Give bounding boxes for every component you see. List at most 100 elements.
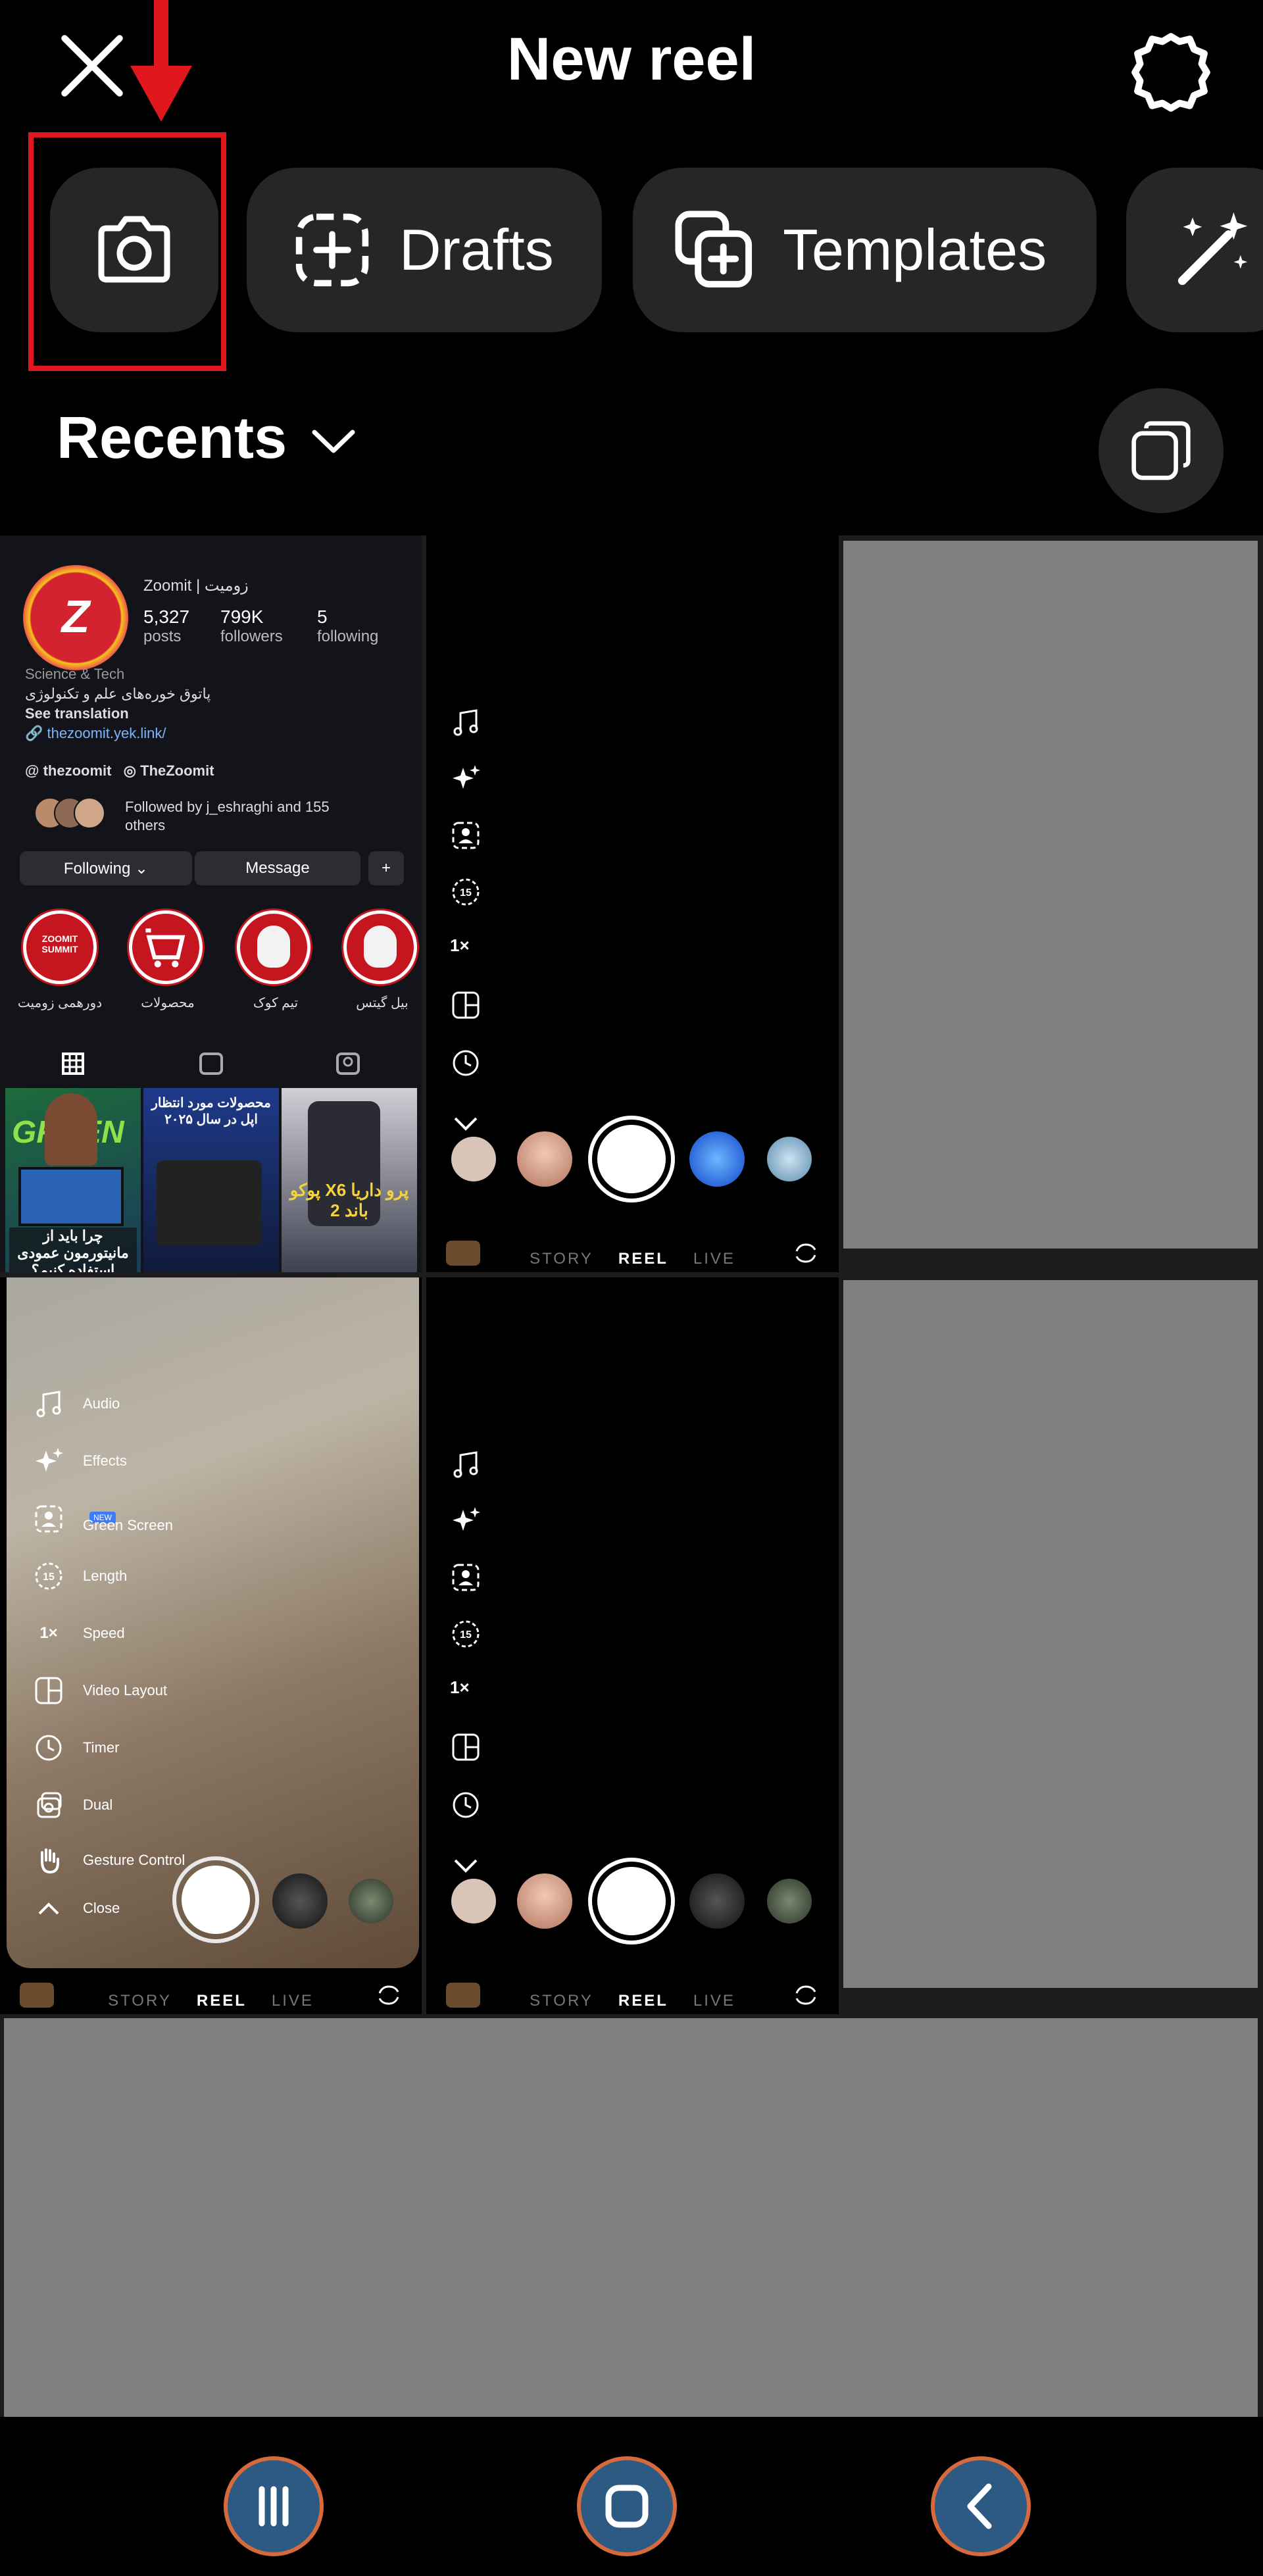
back-button[interactable] xyxy=(931,2456,1031,2556)
filter-thumb xyxy=(349,1879,393,1923)
annotation-highlight-box xyxy=(28,132,226,371)
svg-text:15: 15 xyxy=(460,887,472,899)
svg-text:15: 15 xyxy=(460,1629,472,1641)
timer-icon xyxy=(453,1050,479,1076)
camera-menu-preview: Audio Effects NEW Green Screen 15 Length… xyxy=(7,1277,419,1968)
profile-handles: @ thezoomit ◎ TheZoomit xyxy=(25,762,214,779)
menu-speed: 1× Speed xyxy=(39,1624,125,1642)
shutter-button xyxy=(172,1856,259,1943)
annotation-arrow xyxy=(130,0,192,122)
media-thumbnail-placeholder[interactable] xyxy=(4,2018,1258,2417)
back-icon xyxy=(967,2483,992,2529)
drafts-button[interactable]: Drafts xyxy=(247,168,602,332)
layout-icon xyxy=(452,1733,480,1761)
length-icon: 15 xyxy=(452,878,480,906)
person-icon xyxy=(452,822,480,849)
following-button: Following ⌄ xyxy=(20,851,192,885)
magic-wand-icon xyxy=(1177,212,1248,285)
media-thumbnail-profile[interactable]: Z Zoomit | زومیت 5,327 posts 799K follower… xyxy=(0,535,422,1272)
camera-modes: STORY REEL LIVE xyxy=(108,1992,314,2010)
media-thumbnail-camera-1[interactable]: 15 1× STORY REEL LIVE xyxy=(426,535,839,1272)
profile-link: 🔗 thezoomit.yek.link/ xyxy=(25,725,166,741)
highlight-label-1: دورهمی زومیت xyxy=(17,996,103,1010)
gear-icon xyxy=(1131,33,1210,112)
templates-icon xyxy=(675,211,753,288)
chevron-down-icon xyxy=(312,430,355,453)
menu-audio: Audio xyxy=(33,1388,120,1420)
music-icon xyxy=(453,1451,478,1478)
highlight-3 xyxy=(237,910,310,984)
filter-thumb xyxy=(451,1879,496,1923)
media-thumbnail-placeholder[interactable] xyxy=(843,1280,1258,1988)
recent-apps-button[interactable] xyxy=(224,2456,324,2556)
shutter-button xyxy=(588,1116,675,1202)
menu-dual: Dual xyxy=(33,1789,112,1821)
post-thumb-3: پوکو X6 پرو داریا باند 2 xyxy=(282,1088,417,1272)
highlight-label-2: محصولات xyxy=(141,996,195,1010)
post-thumb-2: محصولات مورد انتظار اپل در سال ۲۰۲۵ xyxy=(143,1088,279,1272)
sparkle-icon xyxy=(453,1507,480,1531)
svg-text:15: 15 xyxy=(43,1572,55,1583)
add-person-button: + xyxy=(368,851,404,885)
chevron-down-icon xyxy=(454,1859,478,1873)
highlight-1: ZOOMIT SUMMIT xyxy=(23,910,97,984)
menu-effects: Effects xyxy=(33,1445,127,1477)
sparkle-icon xyxy=(453,765,480,789)
drafts-icon xyxy=(295,213,369,287)
media-grid: Z Zoomit | زومیت 5,327 posts 799K follower… xyxy=(0,535,1263,2417)
followed-by-others: others xyxy=(125,817,166,833)
filter-thumb xyxy=(689,1873,745,1929)
filter-thumb xyxy=(767,1137,812,1181)
ai-edit-button[interactable] xyxy=(1126,168,1263,332)
profile-category: Science & Tech xyxy=(25,666,125,682)
music-icon xyxy=(453,709,478,736)
recents-label: Recents xyxy=(57,405,287,471)
flip-camera-icon xyxy=(795,1243,816,1263)
speed-label: 1× xyxy=(450,935,470,955)
templates-button[interactable]: Templates xyxy=(633,168,1097,332)
filter-thumb xyxy=(517,1131,572,1187)
multi-select-icon xyxy=(1131,421,1191,480)
timer-icon xyxy=(453,1792,479,1818)
layout-icon xyxy=(452,991,480,1019)
top-bar: New reel xyxy=(0,0,1263,132)
media-thumbnail-camera-menu[interactable]: Audio Effects NEW Green Screen 15 Length… xyxy=(0,1277,422,2014)
recents-dropdown[interactable]: Recents xyxy=(57,405,357,472)
highlight-2 xyxy=(129,910,203,984)
filter-thumb xyxy=(767,1879,812,1923)
recent-apps-icon xyxy=(259,2486,289,2527)
shutter-button xyxy=(588,1858,675,1944)
length-icon: 15 xyxy=(452,1620,480,1648)
followed-by: Followed by j_eshraghi and 155 xyxy=(125,799,330,815)
speed-label: 1× xyxy=(450,1677,470,1697)
flip-camera-icon xyxy=(795,1985,816,2005)
menu-length: 15 Length xyxy=(33,1560,127,1592)
person-icon xyxy=(452,1564,480,1591)
menu-green-screen: Green Screen xyxy=(33,1503,173,1535)
highlight-label-4: بیل گیتس xyxy=(356,996,409,1010)
see-translation: See translation xyxy=(25,705,129,722)
drafts-label: Drafts xyxy=(399,217,554,282)
media-thumbnail-camera-2[interactable]: 15 1× STORY REEL LIVE xyxy=(426,1277,839,2014)
profile-name: Zoomit | زومیت xyxy=(143,577,249,595)
message-button: Message xyxy=(195,851,360,885)
menu-video-layout: Video Layout xyxy=(33,1675,167,1706)
posts-stat: 5,327 posts xyxy=(143,607,190,645)
menu-gesture-control: Gesture Control xyxy=(33,1845,185,1876)
templates-label: Templates xyxy=(783,217,1047,282)
menu-timer: Timer xyxy=(33,1732,119,1764)
filter-thumb xyxy=(517,1873,572,1929)
settings-button[interactable] xyxy=(1118,20,1224,125)
system-nav-bar xyxy=(0,2417,1263,2576)
profile-avatar: Z xyxy=(23,565,128,670)
flip-camera-icon xyxy=(378,1985,399,2005)
camera-modes: STORY REEL LIVE xyxy=(530,1992,735,2010)
media-thumbnail-placeholder[interactable] xyxy=(843,541,1258,1249)
highlight-label-3: تیم کوک xyxy=(253,996,299,1010)
home-button[interactable] xyxy=(577,2456,677,2556)
camera-modes: STORY REEL LIVE xyxy=(530,1250,735,1268)
followers-stat: 799K followers xyxy=(220,607,283,645)
highlight-4 xyxy=(343,910,417,984)
followers-avatars xyxy=(34,797,120,830)
multi-select-button[interactable] xyxy=(1099,388,1224,513)
